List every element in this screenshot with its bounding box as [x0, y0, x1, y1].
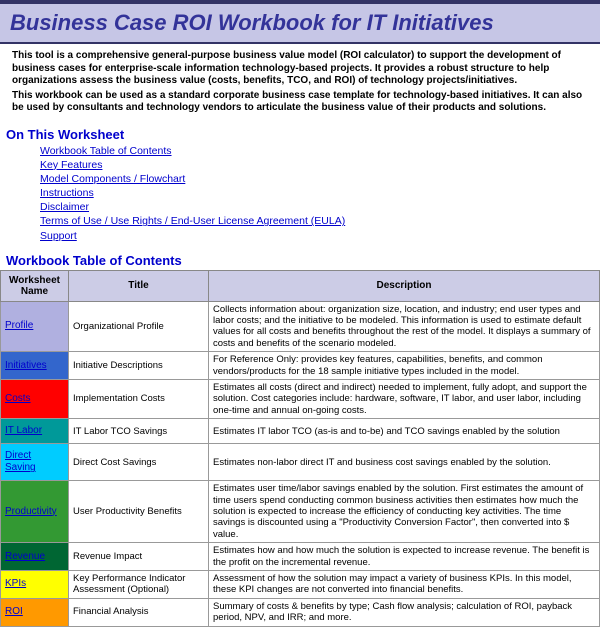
- table-row: KPIs Key Performance Indicator Assessmen…: [1, 570, 600, 598]
- link-revenue[interactable]: Revenue: [1, 545, 68, 569]
- cell-desc: Estimates non-labor direct IT and busine…: [209, 444, 600, 481]
- table-row: Productivity User Productivity Benefits …: [1, 481, 600, 543]
- cell-desc: Estimates IT labor TCO (as-is and to-be)…: [209, 419, 600, 444]
- cell-desc: Estimates how and how much the solution …: [209, 543, 600, 571]
- link-costs[interactable]: Costs: [1, 387, 68, 411]
- intro-p1: This tool is a comprehensive general-pur…: [12, 50, 588, 88]
- link-profile[interactable]: Profile: [1, 314, 68, 338]
- link-kpis[interactable]: KPIs: [1, 572, 68, 596]
- cell-title: IT Labor TCO Savings: [69, 419, 209, 444]
- table-row: IT Labor IT Labor TCO Savings Estimates …: [1, 419, 600, 444]
- cell-title: Financial Analysis: [69, 598, 209, 626]
- cell-title: Key Performance Indicator Assessment (Op…: [69, 570, 209, 598]
- cell-title: Direct Cost Savings: [69, 444, 209, 481]
- table-row: Direct Saving Direct Cost Savings Estima…: [1, 444, 600, 481]
- intro-p2: This workbook can be used as a standard …: [12, 90, 588, 115]
- nav-link-features[interactable]: Key Features: [40, 158, 600, 172]
- nav-link-support[interactable]: Support: [40, 229, 600, 243]
- cell-title: Organizational Profile: [69, 301, 209, 352]
- cell-desc: Summary of costs & benefits by type; Cas…: [209, 598, 600, 626]
- toc-table: Worksheet Name Title Description Profile…: [0, 270, 600, 627]
- nav-link-instructions[interactable]: Instructions: [40, 186, 600, 200]
- link-direct-saving[interactable]: Direct Saving: [1, 444, 68, 480]
- cell-title: Revenue Impact: [69, 543, 209, 571]
- table-row: ROI Financial Analysis Summary of costs …: [1, 598, 600, 626]
- link-it-labor[interactable]: IT Labor: [1, 419, 68, 443]
- toc-heading: Workbook Table of Contents: [0, 251, 600, 270]
- link-initiatives[interactable]: Initiatives: [1, 354, 68, 378]
- nav-link-eula[interactable]: Terms of Use / Use Rights / End-User Lic…: [40, 214, 600, 228]
- col-description: Description: [209, 270, 600, 301]
- table-row: Costs Implementation Costs Estimates all…: [1, 380, 600, 419]
- link-roi[interactable]: ROI: [1, 600, 68, 624]
- table-row: Initiatives Initiative Descriptions For …: [1, 352, 600, 380]
- intro-block: This tool is a comprehensive general-pur…: [0, 44, 600, 125]
- table-row: Revenue Revenue Impact Estimates how and…: [1, 543, 600, 571]
- cell-title: User Productivity Benefits: [69, 481, 209, 543]
- link-productivity[interactable]: Productivity: [1, 500, 68, 524]
- cell-title: Initiative Descriptions: [69, 352, 209, 380]
- page-title: Business Case ROI Workbook for IT Initia…: [10, 10, 590, 36]
- cell-desc: Collects information about: organization…: [209, 301, 600, 352]
- col-title: Title: [69, 270, 209, 301]
- nav-heading: On This Worksheet: [0, 125, 600, 144]
- nav-list: Workbook Table of Contents Key Features …: [0, 144, 600, 251]
- cell-desc: Estimates all costs (direct and indirect…: [209, 380, 600, 419]
- cell-desc: Assessment of how the solution may impac…: [209, 570, 600, 598]
- cell-desc: Estimates user time/labor savings enable…: [209, 481, 600, 543]
- cell-desc: For Reference Only: provides key feature…: [209, 352, 600, 380]
- nav-link-toc[interactable]: Workbook Table of Contents: [40, 144, 600, 158]
- title-bar: Business Case ROI Workbook for IT Initia…: [0, 0, 600, 44]
- nav-link-flowchart[interactable]: Model Components / Flowchart: [40, 172, 600, 186]
- cell-title: Implementation Costs: [69, 380, 209, 419]
- nav-link-disclaimer[interactable]: Disclaimer: [40, 200, 600, 214]
- toc-header-row: Worksheet Name Title Description: [1, 270, 600, 301]
- col-worksheet-name: Worksheet Name: [1, 270, 69, 301]
- table-row: Profile Organizational Profile Collects …: [1, 301, 600, 352]
